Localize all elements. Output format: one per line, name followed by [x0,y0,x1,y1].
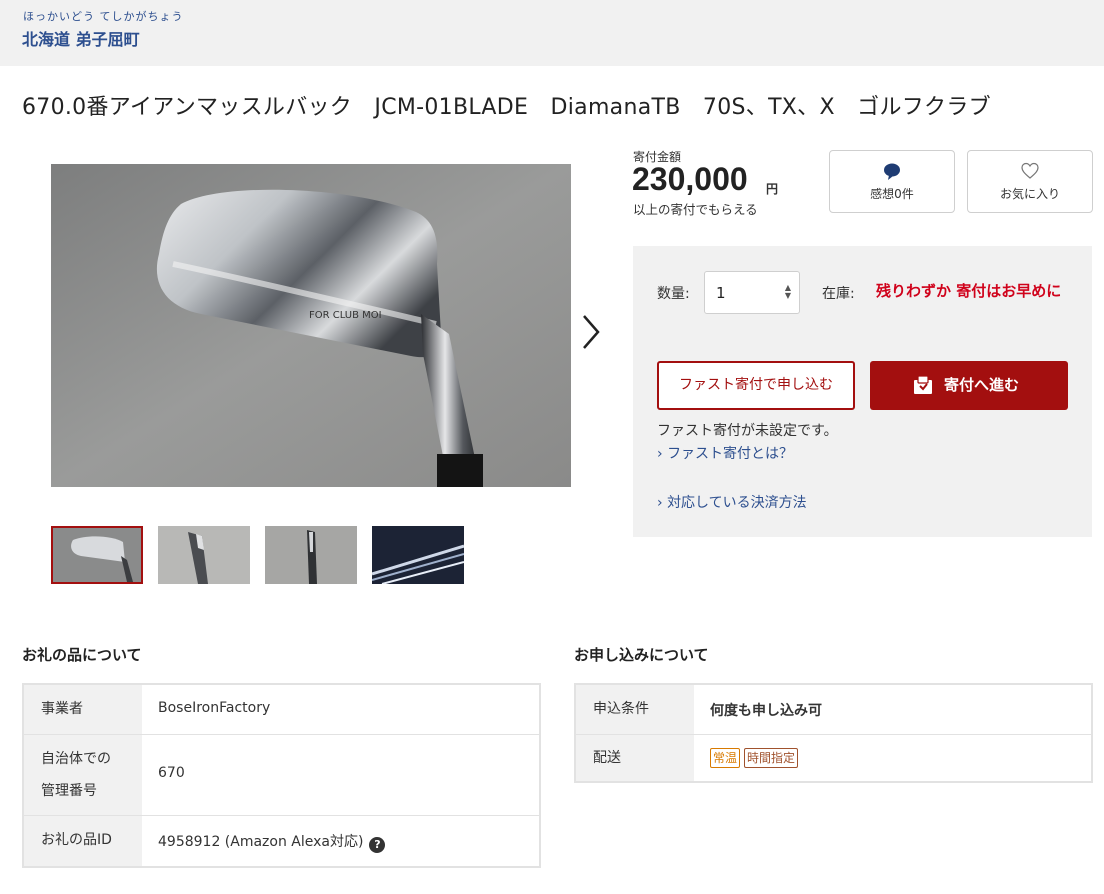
municipality-name[interactable]: 北海道 弟子屈町 [22,26,140,50]
payment-methods-link[interactable]: › 対応している決済方法 [657,492,807,512]
row-value: 何度も申し込み可 [710,703,822,719]
chevron-right-icon [583,315,600,349]
municipality-kana: ほっかいどう てしかがちょう [23,10,184,23]
stock-label: 在庫: [822,286,855,302]
product-main-image[interactable]: FOR CLUB MOI [51,164,571,487]
order-panel: 数量: 1 ▲ ▼ 在庫: 残りわずか 寄付はお早めに ファスト寄付で申し込む 寄… [633,246,1092,537]
row-value: BoseIronFactory [158,700,271,716]
table-row: 配送 常温 時間指定 [576,734,1091,781]
gift-id-value: 4958912 (Amazon Alexa対応) [158,834,364,850]
donation-unit: 円 [766,182,779,196]
donation-note: 以上の寄付でもらえる [633,202,758,217]
quantity-value: 1 [716,284,726,302]
heart-icon [968,161,1092,181]
thumbnail-3[interactable] [265,526,357,584]
row-label: お礼の品ID [41,832,112,848]
thumbnail-1[interactable] [51,526,143,584]
donation-amount: 230,000 [632,161,748,197]
thanks-comments-button[interactable]: 感想0件 [829,150,955,213]
comment-icon [830,161,954,181]
gift-info-table: 事業者 BoseIronFactory 自治体での 管理番号 670 お礼の品I… [22,683,541,868]
row-value: 670 [158,765,185,781]
favorite-label: お気に入り [999,187,1060,201]
product-title: 670.0番アイアンマッスルバック JCM-01BLADE DiamanaTB … [22,95,991,120]
thumbnail-4[interactable] [372,526,464,584]
tag-room-temperature: 常温 [710,748,741,768]
thanks-comments-label: 感想0件 [870,187,914,201]
table-row: お礼の品ID 4958912 (Amazon Alexa対応)? [24,815,539,866]
shipping-tags: 常温 時間指定 [710,748,802,768]
chevron-right-icon: › [657,495,663,511]
table-row: 申込条件 何度も申し込み可 [576,685,1091,734]
stock-status: 残りわずか 寄付はお早めに [876,282,1062,300]
fast-donation-info-link[interactable]: › ファスト寄付とは？ [657,443,793,463]
gift-section-title: お礼の品について [22,646,142,664]
fast-donation-info-label: ファスト寄付とは？ [667,446,794,462]
table-row: 自治体での 管理番号 670 [24,734,539,815]
next-image-arrow[interactable] [578,312,604,352]
apply-info-table: 申込条件 何度も申し込み可 配送 常温 時間指定 [574,683,1093,783]
fast-donation-button[interactable]: ファスト寄付で申し込む [657,361,855,410]
quantity-select[interactable]: 1 ▲ ▼ [704,271,800,314]
row-label: 自治体での 管理番号 [41,751,111,799]
row-label: 申込条件 [593,701,649,717]
select-arrows-icon: ▲ ▼ [784,283,791,300]
table-row: 事業者 BoseIronFactory [24,685,539,734]
thumbnail-2[interactable] [158,526,250,584]
fast-donation-note: ファスト寄付が未設定です。 [657,423,838,439]
favorite-button[interactable]: お気に入り [967,150,1093,213]
row-label: 配送 [593,750,621,766]
quantity-label: 数量: [657,286,690,302]
apply-section-title: お申し込みについて [574,646,709,664]
help-icon[interactable]: ? [369,837,386,853]
row-label: 事業者 [41,701,83,717]
proceed-donation-button[interactable]: 寄付へ進む [870,361,1068,410]
tag-time-specified: 時間指定 [744,748,799,768]
payment-methods-label: 対応している決済方法 [667,495,807,511]
chevron-right-icon: › [657,446,663,462]
municipality-header: ほっかいどう てしかがちょう 北海道 弟子屈町 [0,0,1104,66]
golf-iron-illustration: FOR CLUB MOI [51,164,571,487]
donation-box-icon [912,374,934,396]
proceed-donation-label: 寄付へ進む [944,376,1020,394]
row-value-wrap: 4958912 (Amazon Alexa対応)? [158,831,386,853]
engraving-text: FOR CLUB MOI [309,310,382,321]
